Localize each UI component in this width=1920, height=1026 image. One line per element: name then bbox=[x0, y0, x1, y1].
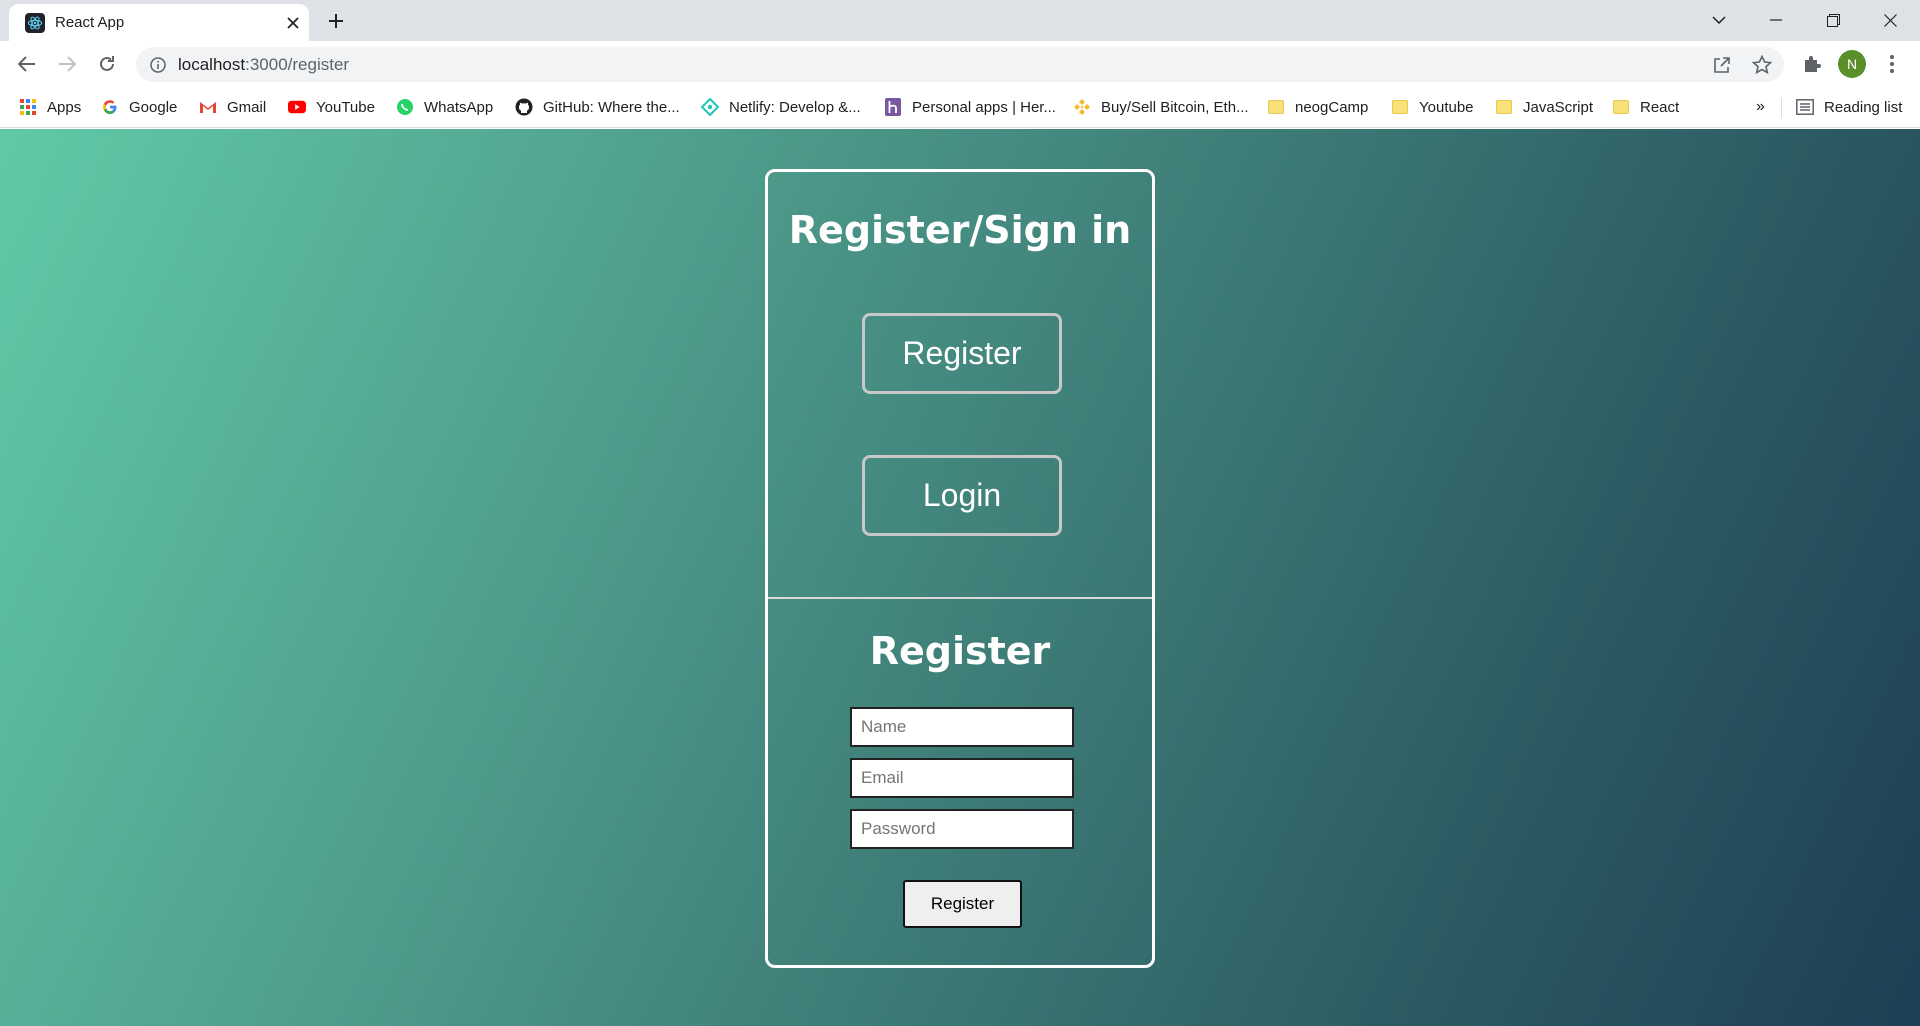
reading-list-icon bbox=[1796, 98, 1814, 116]
page-viewport: Register/Sign in Register Login Register… bbox=[0, 129, 1920, 1026]
auth-card: Register/Sign in Register Login Register… bbox=[765, 169, 1155, 968]
site-info-icon[interactable] bbox=[148, 55, 167, 74]
url-path: :3000/register bbox=[245, 55, 350, 74]
bookmark-youtube[interactable]: YouTube bbox=[288, 94, 375, 120]
bookmark-label: Netlify: Develop &... bbox=[729, 98, 861, 116]
bookmark-github[interactable]: GitHub: Where the... bbox=[515, 94, 680, 120]
close-tab-icon[interactable] bbox=[282, 12, 304, 34]
gmail-icon bbox=[199, 98, 217, 116]
close-window-icon[interactable] bbox=[1867, 4, 1913, 36]
google-icon bbox=[101, 98, 119, 116]
bookmark-label: Youtube bbox=[1419, 98, 1474, 116]
password-input[interactable] bbox=[850, 809, 1074, 849]
heroku-icon bbox=[884, 98, 902, 116]
folder-icon bbox=[1612, 98, 1630, 116]
whatsapp-icon bbox=[396, 98, 414, 116]
react-atom-icon bbox=[25, 13, 45, 33]
url-text[interactable]: localhost:3000/register bbox=[178, 55, 349, 74]
netlify-icon bbox=[701, 98, 719, 116]
browser-toolbar: localhost:3000/register N bbox=[0, 41, 1920, 88]
bookmark-label: Gmail bbox=[227, 98, 267, 116]
folder-icon bbox=[1391, 98, 1409, 116]
reload-icon[interactable] bbox=[92, 49, 122, 79]
form-title: Register bbox=[869, 629, 1051, 673]
email-input[interactable] bbox=[850, 758, 1074, 798]
extensions-puzzle-icon[interactable] bbox=[1798, 50, 1826, 78]
new-tab-button[interactable] bbox=[322, 9, 350, 33]
login-toggle-button[interactable]: Login bbox=[862, 455, 1062, 536]
section-divider bbox=[768, 597, 1152, 599]
bookmark-folder-javascript[interactable]: JavaScript bbox=[1495, 94, 1593, 120]
folder-icon bbox=[1495, 98, 1513, 116]
bookmark-folder-neogcamp[interactable]: neogCamp bbox=[1267, 94, 1368, 120]
folder-icon bbox=[1267, 98, 1285, 116]
bookmark-label: Google bbox=[129, 98, 178, 116]
bookmark-netlify[interactable]: Netlify: Develop &... bbox=[701, 94, 861, 120]
bookmark-folder-react[interactable]: React bbox=[1612, 94, 1679, 120]
bookmark-label: GitHub: Where the... bbox=[543, 98, 680, 116]
bookmarks-divider bbox=[1781, 98, 1782, 118]
tab-search-icon[interactable] bbox=[1696, 4, 1742, 36]
tab-strip: React App bbox=[0, 0, 1920, 41]
bookmark-label: Apps bbox=[47, 98, 82, 116]
page-title: Register/Sign in bbox=[788, 208, 1132, 252]
register-submit-button[interactable]: Register bbox=[903, 880, 1022, 928]
back-arrow-icon[interactable] bbox=[12, 49, 42, 79]
name-input[interactable] bbox=[850, 707, 1074, 747]
minimize-icon[interactable] bbox=[1753, 4, 1799, 36]
bookmark-star-icon[interactable] bbox=[1751, 54, 1773, 76]
bookmark-label: neogCamp bbox=[1295, 98, 1369, 116]
bookmark-label: WhatsApp bbox=[424, 98, 494, 116]
bookmark-label: React bbox=[1640, 98, 1680, 116]
restore-icon[interactable] bbox=[1810, 4, 1856, 36]
binance-icon bbox=[1073, 98, 1091, 116]
bookmark-label: JavaScript bbox=[1523, 98, 1594, 116]
url-host: localhost bbox=[178, 55, 246, 74]
share-icon[interactable] bbox=[1711, 54, 1733, 76]
bookmark-google[interactable]: Google bbox=[101, 94, 177, 120]
bookmark-binance[interactable]: Buy/Sell Bitcoin, Eth... bbox=[1073, 94, 1249, 120]
bookmark-label: Buy/Sell Bitcoin, Eth... bbox=[1101, 98, 1249, 116]
bookmark-heroku[interactable]: Personal apps | Her... bbox=[884, 94, 1056, 120]
apps-grid-icon bbox=[19, 98, 37, 116]
forward-arrow-icon[interactable] bbox=[52, 49, 82, 79]
bookmark-label: YouTube bbox=[316, 98, 375, 116]
bookmark-label: Personal apps | Her... bbox=[912, 98, 1056, 116]
more-menu-icon[interactable] bbox=[1878, 50, 1906, 78]
bookmark-apps[interactable]: Apps bbox=[19, 94, 81, 120]
youtube-icon bbox=[288, 98, 306, 116]
bookmark-whatsapp[interactable]: WhatsApp bbox=[396, 94, 493, 120]
browser-tab[interactable]: React App bbox=[9, 4, 309, 41]
address-bar[interactable]: localhost:3000/register bbox=[136, 47, 1784, 82]
register-toggle-button[interactable]: Register bbox=[862, 313, 1062, 394]
tab-title: React App bbox=[55, 14, 125, 31]
reading-list-label: Reading list bbox=[1824, 98, 1903, 116]
bookmark-gmail[interactable]: Gmail bbox=[199, 94, 266, 120]
bookmarks-overflow-button[interactable]: » bbox=[1756, 94, 1765, 120]
reading-list-button[interactable]: Reading list bbox=[1796, 94, 1902, 120]
github-icon bbox=[515, 98, 533, 116]
profile-avatar[interactable]: N bbox=[1838, 50, 1866, 78]
bookmark-folder-youtube[interactable]: Youtube bbox=[1391, 94, 1474, 120]
bookmarks-bar: Apps Google Gmail YouTube WhatsApp GitHu… bbox=[0, 88, 1920, 128]
